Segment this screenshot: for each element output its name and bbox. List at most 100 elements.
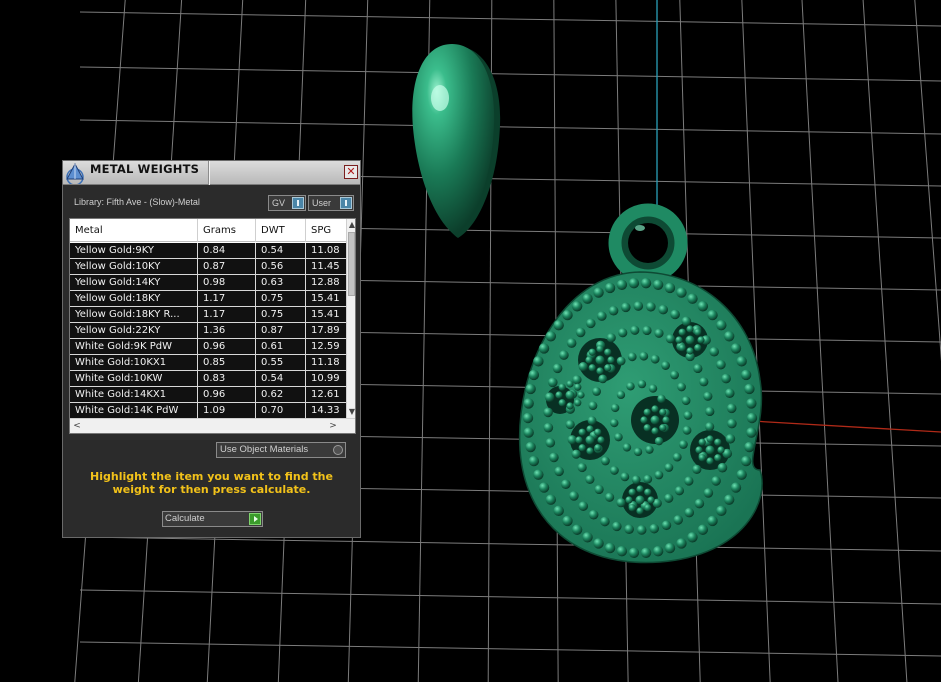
table-row[interactable]: White Gold:14KX1 0.96 0.62 12.61	[70, 387, 346, 403]
calculate-button[interactable]: Calculate	[162, 511, 263, 527]
grid-line	[79, 119, 941, 135]
bead	[695, 446, 703, 454]
bead	[661, 361, 670, 370]
library-label: Library: Fifth Ave - (Slow)-Metal	[74, 197, 200, 207]
table-row[interactable]: White Gold:14K PdW 1.09 0.70 14.33	[70, 403, 346, 419]
bead	[736, 356, 747, 367]
horizontal-scrollbar[interactable]: < >	[70, 418, 355, 433]
bead	[578, 362, 588, 372]
bead	[545, 331, 557, 342]
panel-header[interactable]: METAL WEIGHTS ✕	[63, 161, 360, 185]
bead	[525, 441, 536, 453]
title-divider	[209, 161, 210, 185]
bead	[566, 380, 574, 388]
table-row[interactable]: White Gold:10KX1 0.85 0.55 11.18	[70, 355, 346, 371]
toggle-indicator-icon[interactable]	[292, 197, 304, 209]
teardrop-model[interactable]	[412, 44, 501, 238]
bead	[730, 482, 742, 493]
bead	[640, 416, 648, 424]
scroll-right-icon[interactable]: >	[327, 419, 339, 433]
radio-icon[interactable]	[333, 445, 343, 455]
table-row[interactable]: Yellow Gold:14KY 0.98 0.63 12.88	[70, 275, 346, 291]
bead	[649, 523, 659, 534]
bead	[628, 277, 640, 289]
bead	[523, 398, 534, 409]
bead	[670, 370, 679, 380]
bead	[562, 515, 573, 527]
table-cell: White Gold:14K PdW	[70, 403, 198, 418]
bead	[588, 364, 596, 372]
bead	[746, 398, 757, 409]
bead	[525, 383, 536, 395]
gv-toggle[interactable]: GV	[268, 195, 306, 211]
bead	[727, 418, 737, 429]
bead	[636, 507, 644, 515]
bead	[621, 302, 631, 313]
bead	[588, 401, 598, 411]
bead	[697, 336, 705, 344]
table-row[interactable]: Yellow Gold:9KY 0.84 0.54 11.08	[70, 243, 346, 259]
scroll-left-icon[interactable]: <	[71, 419, 83, 433]
bead	[571, 449, 581, 459]
bead	[596, 367, 604, 375]
table-row[interactable]: Yellow Gold:22KY 1.36 0.87 17.89	[70, 323, 346, 339]
user-toggle[interactable]: User	[308, 195, 354, 211]
bead	[659, 408, 667, 416]
bead	[543, 407, 553, 418]
table-row[interactable]: White Gold:9K PdW 0.96 0.61 12.59	[70, 339, 346, 355]
bead	[652, 546, 664, 557]
bead	[686, 347, 694, 355]
scroll-up-icon[interactable]: ▲	[347, 219, 355, 231]
grid-line	[79, 11, 941, 27]
bead	[678, 344, 686, 352]
bead	[692, 464, 702, 474]
bead	[716, 319, 727, 331]
bead	[594, 484, 604, 495]
bead	[650, 415, 660, 425]
use-object-materials-label: Use Object Materials	[220, 444, 309, 455]
scrollbar-thumb[interactable]	[348, 232, 355, 296]
gv-toggle-label: GV	[272, 198, 286, 208]
table-cell: 0.96	[198, 339, 256, 354]
vertical-scrollbar[interactable]: ▲ ▼	[346, 219, 355, 418]
close-icon[interactable]: ✕	[346, 165, 355, 178]
table-cell: 1.17	[198, 307, 256, 322]
table-row[interactable]: Yellow Gold:18KY 1.17 0.75 15.41	[70, 291, 346, 307]
bead	[586, 425, 594, 433]
table-cell: 1.17	[198, 291, 256, 306]
bead	[633, 447, 643, 457]
bead	[624, 524, 634, 535]
bead	[578, 501, 589, 511]
bead	[586, 447, 594, 455]
bead	[684, 476, 694, 486]
table-cell: 0.96	[198, 387, 256, 402]
bead	[687, 532, 698, 543]
bead	[714, 438, 722, 446]
use-object-materials-toggle[interactable]: Use Object Materials	[216, 442, 346, 458]
table-row[interactable]: Yellow Gold:18KY R... 1.17 0.75 15.41	[70, 307, 346, 323]
table-cell: White Gold:9K PdW	[70, 339, 198, 354]
bead	[628, 547, 640, 559]
close-button[interactable]: ✕	[344, 165, 358, 179]
bead	[558, 383, 566, 391]
bead	[625, 496, 633, 504]
bead	[670, 309, 680, 320]
bead	[522, 412, 534, 424]
play-icon[interactable]	[249, 513, 261, 525]
bead	[640, 547, 652, 559]
bead	[585, 435, 595, 445]
column-header-dwt[interactable]: DWT	[256, 219, 306, 242]
metal-table[interactable]: Metal Grams DWT SPG Yellow Gold:9KY 0.84 0…	[69, 218, 356, 434]
scroll-down-icon[interactable]: ▼	[347, 406, 355, 418]
bead	[725, 433, 736, 444]
bead	[633, 301, 644, 311]
column-header-metal[interactable]: Metal	[70, 219, 198, 242]
bead	[694, 344, 702, 352]
bead	[707, 515, 718, 527]
toggle-indicator-icon[interactable]	[340, 197, 352, 209]
bead	[575, 327, 586, 338]
table-row[interactable]: White Gold:10KW 0.83 0.54 10.99	[70, 371, 346, 387]
table-row[interactable]: Yellow Gold:10KY 0.87 0.56 11.45	[70, 259, 346, 275]
bead	[705, 445, 715, 455]
column-header-grams[interactable]: Grams	[198, 219, 256, 242]
